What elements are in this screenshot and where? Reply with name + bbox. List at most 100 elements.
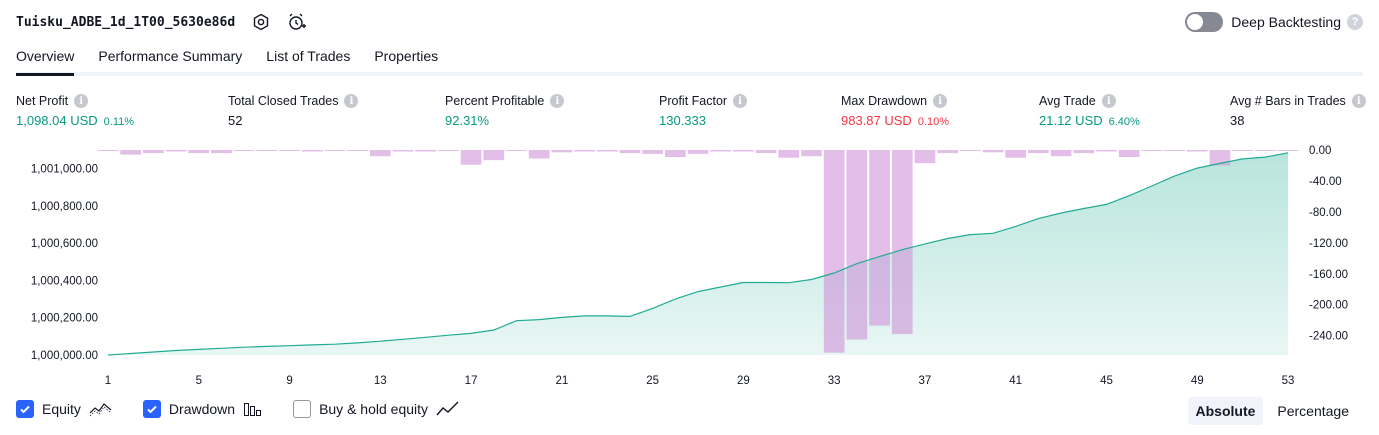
y-left-tick-label: 1,001,000.00 [31, 164, 98, 176]
tab-properties[interactable]: Properties [374, 48, 438, 72]
drawdown-bar [1073, 150, 1095, 154]
x-tick-label: 37 [919, 375, 932, 387]
strategy-title: Tuisku_ADBE_1d_1T00_5630e86d [16, 14, 236, 30]
drawdown-bar [392, 150, 414, 152]
y-axis-right: 0.00 -40.00 -80.00 -120.00 -160.00 -200.00 -24… [1309, 145, 1348, 343]
drawdown-bars-icon [243, 401, 263, 417]
y-right-tick-label: -160.00 [1309, 269, 1348, 281]
info-icon[interactable]: i [1351, 94, 1366, 108]
scale-toggle: Absolute Percentage [1182, 397, 1358, 425]
x-tick-label: 25 [646, 375, 659, 387]
x-tick-label: 5 [196, 375, 202, 387]
x-tick-label: 49 [1191, 375, 1204, 387]
report-tabs: Overview Performance Summary List of Tra… [16, 48, 1363, 76]
drawdown-bar [483, 150, 505, 161]
help-icon[interactable]: ? [1347, 14, 1363, 30]
metric-total-closed-trades: Total Closed Trades i 52 [228, 94, 359, 128]
drawdown-bar [211, 150, 232, 154]
metric-label: Avg # Bars in Trades [1230, 94, 1346, 108]
y-right-tick-label: -80.00 [1309, 207, 1342, 219]
metric-value: 52 [228, 113, 243, 128]
drawdown-bar [710, 150, 731, 152]
legend-drawdown[interactable]: Drawdown [142, 400, 263, 418]
x-tick-label: 45 [1100, 375, 1113, 387]
x-tick-label: 21 [555, 375, 568, 387]
strategy-header: Tuisku_ADBE_1d_1T00_5630e86d [16, 12, 307, 32]
drawdown-bar [188, 150, 210, 154]
alarm-clock-plus-icon[interactable] [287, 12, 307, 32]
drawdown-bar [665, 150, 686, 157]
drawdown-bar [256, 150, 278, 151]
drawdown-bar [1050, 150, 1072, 157]
gear-icon[interactable] [251, 12, 271, 32]
drawdown-bar [1118, 150, 1140, 157]
buy-hold-checkbox[interactable] [293, 400, 312, 418]
deep-backtesting-label: Deep Backtesting [1231, 14, 1341, 30]
x-tick-label: 9 [286, 375, 292, 387]
drawdown-bar [1277, 150, 1299, 151]
deep-backtesting-toggle[interactable] [1185, 12, 1224, 32]
y-right-tick-label: -200.00 [1309, 300, 1348, 312]
chart-legend: Equity Drawdown Buy & hold equity [16, 400, 490, 418]
legend-label: Drawdown [168, 401, 236, 417]
drawdown-bar [347, 150, 368, 151]
drawdown-bar [165, 150, 187, 152]
x-axis: 1 5 9 13 17 21 25 29 33 37 41 45 49 53 [105, 375, 1295, 387]
metric-label: Profit Factor [659, 94, 728, 108]
metric-percent: 0.11% [103, 116, 135, 128]
legend-label: Buy & hold equity [319, 401, 429, 417]
metric-label: Percent Profitable [445, 94, 545, 108]
drawdown-bar [1028, 150, 1049, 154]
drawdown-bar [120, 150, 141, 155]
metric-label: Avg Trade [1039, 94, 1096, 108]
x-tick-label: 53 [1282, 375, 1295, 387]
info-icon[interactable]: i [733, 94, 748, 108]
drawdown-bar [869, 150, 890, 326]
y-right-tick-label: 0.00 [1309, 145, 1331, 157]
equity-area-fill [108, 152, 1288, 355]
drawdown-bar [551, 150, 573, 153]
metric-value: 21.12 USD [1039, 113, 1103, 128]
info-icon[interactable]: i [74, 94, 89, 108]
percentage-button[interactable]: Percentage [1269, 397, 1357, 425]
drawdown-checkbox[interactable] [142, 400, 161, 418]
x-tick-label: 29 [737, 375, 750, 387]
metric-label: Net Profit [16, 94, 69, 108]
absolute-button[interactable]: Absolute [1187, 397, 1264, 425]
drawdown-bar [755, 150, 777, 154]
x-tick-label: 33 [828, 375, 841, 387]
metric-value: 38 [1230, 113, 1245, 128]
x-tick-label: 1 [105, 375, 111, 387]
info-icon[interactable]: i [550, 94, 565, 108]
x-tick-label: 41 [1009, 375, 1022, 387]
tab-overview[interactable]: Overview [16, 48, 75, 76]
legend-equity[interactable]: Equity [16, 400, 113, 418]
y-right-tick-label: -120.00 [1309, 238, 1348, 250]
drawdown-bar [279, 150, 300, 151]
drawdown-bar [1164, 150, 1185, 151]
drawdown-bar [1141, 150, 1163, 151]
y-right-tick-label: -240.00 [1309, 331, 1348, 343]
drawdown-bar [143, 150, 164, 154]
drawdown-bar [1255, 150, 1276, 151]
drawdown-bar [415, 150, 436, 152]
info-icon[interactable]: i [1101, 94, 1116, 108]
tab-list-of-trades[interactable]: List of Trades [266, 48, 350, 72]
y-left-tick-label: 1,000,800.00 [31, 201, 98, 213]
drawdown-bar [891, 150, 913, 335]
drawdown-bar [960, 150, 981, 151]
info-icon[interactable]: i [344, 94, 359, 108]
drawdown-bar [619, 150, 641, 154]
drawdown-bar [506, 150, 527, 151]
y-right-tick-label: -40.00 [1309, 176, 1342, 188]
equity-drawdown-chart: 1,000,000.00 1,000,200.00 1,000,400.00 1,00… [31, 145, 1348, 387]
drawdown-bar [778, 150, 800, 158]
drawdown-bar [596, 150, 618, 152]
equity-checkbox[interactable] [16, 400, 34, 418]
drawdown-bar [460, 150, 482, 165]
drawdown-bar [1096, 150, 1117, 152]
tab-performance-summary[interactable]: Performance Summary [98, 48, 242, 72]
info-icon[interactable]: i [933, 94, 948, 108]
x-tick-label: 13 [374, 375, 387, 387]
legend-buy-hold[interactable]: Buy & hold equity [293, 400, 460, 418]
